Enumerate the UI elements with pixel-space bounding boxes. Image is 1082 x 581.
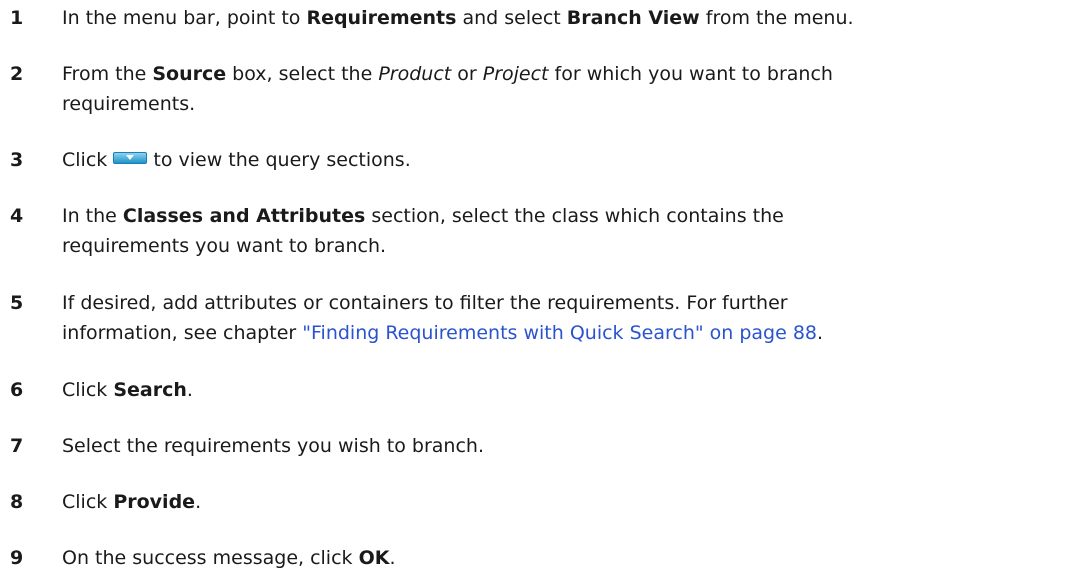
dropdown-arrow-icon xyxy=(113,152,148,164)
ui-term-requirements: Requirements xyxy=(306,7,457,29)
step-number: 1 xyxy=(10,7,24,29)
text-run: . xyxy=(195,491,202,513)
text-run: If desired, add attributes or containers… xyxy=(62,292,788,314)
step-number: 9 xyxy=(10,547,24,569)
step-text: In the menu bar, point to Requirements a… xyxy=(62,3,1077,33)
step-number: 6 xyxy=(10,379,24,401)
text-run: requirements you want to branch. xyxy=(62,235,387,257)
text-run: Click xyxy=(62,149,114,171)
ui-term-classes-and-attributes: Classes and Attributes xyxy=(122,205,366,227)
step-number: 8 xyxy=(10,491,24,513)
step-number: 3 xyxy=(10,149,24,171)
text-run: . xyxy=(186,379,193,401)
ui-term-provide: Provide xyxy=(113,491,196,513)
step-text: If desired, add attributes or containers… xyxy=(62,288,1077,348)
ui-term-source: Source xyxy=(152,63,227,85)
text-run: From the xyxy=(62,63,153,85)
text-run: requirements. xyxy=(62,93,196,115)
ui-term-branch-view: Branch View xyxy=(566,7,700,29)
text-run: Click xyxy=(62,379,114,401)
step-number: 5 xyxy=(10,292,24,314)
text-run: or xyxy=(451,63,483,85)
term-product: Product xyxy=(378,63,452,85)
step-number: 7 xyxy=(10,435,24,457)
text-run: . xyxy=(389,547,396,569)
text-run: from the menu. xyxy=(699,7,854,29)
text-run: . xyxy=(817,322,824,344)
term-project: Project xyxy=(482,63,549,85)
text-run: In the xyxy=(62,205,123,227)
ui-term-search: Search xyxy=(113,379,187,401)
text-run: section, select the class which contains… xyxy=(365,205,784,227)
step-text: Click Provide. xyxy=(62,487,1077,517)
step-number: 2 xyxy=(10,63,24,85)
text-run: On the success message, click xyxy=(62,547,359,569)
step-number: 4 xyxy=(10,205,24,227)
text-run: box, select the xyxy=(226,63,379,85)
step-text: In the Classes and Attributes section, s… xyxy=(62,201,1077,261)
text-run: for which you want to branch xyxy=(548,63,833,85)
text-run: to view the query sections. xyxy=(147,149,411,171)
ui-term-ok: OK xyxy=(358,547,390,569)
step-text: From the Source box, select the Product … xyxy=(62,59,1077,119)
step-text: Click to view the query sections. xyxy=(62,145,1077,175)
step-text: On the success message, click OK. xyxy=(62,543,1077,573)
text-run: information, see chapter xyxy=(62,322,303,344)
text-run: In the menu bar, point to xyxy=(62,7,307,29)
text-run: and select xyxy=(456,7,567,29)
chapter-link[interactable]: "Finding Requirements with Quick Search"… xyxy=(302,322,817,344)
step-text: Select the requirements you wish to bran… xyxy=(62,435,484,457)
instruction-steps: 1 In the menu bar, point to Requirements… xyxy=(0,0,1082,581)
step-text: Click Search. xyxy=(62,375,1077,405)
text-run: Click xyxy=(62,491,114,513)
